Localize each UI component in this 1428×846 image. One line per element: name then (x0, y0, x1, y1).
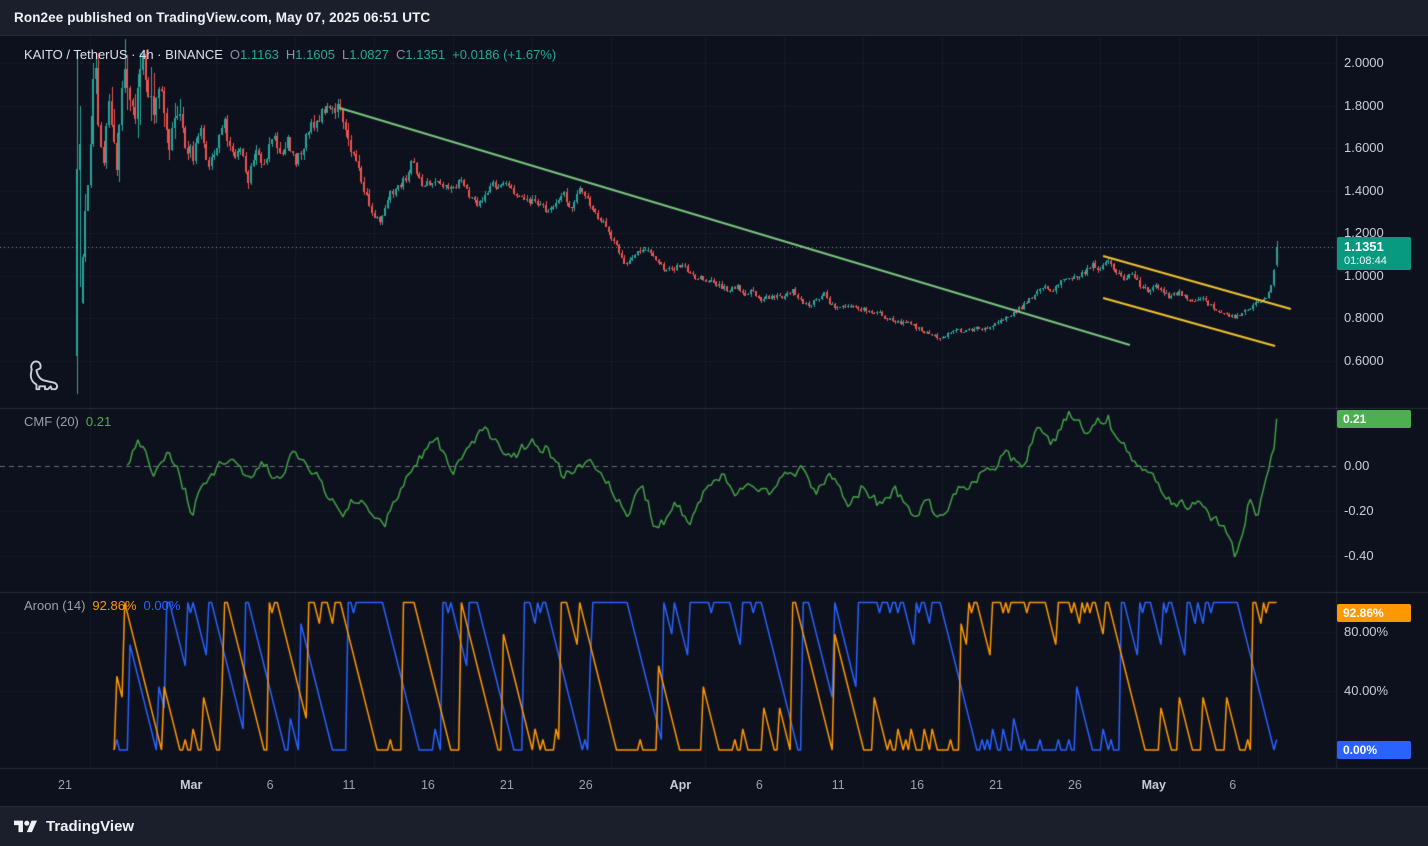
cmf-legend[interactable]: CMF (20) 0.21 (24, 414, 111, 429)
price-badge-countdown: 01:08:44 (1344, 254, 1404, 268)
close-value: 1.1351 (405, 47, 445, 62)
tradingview-logo-icon[interactable] (14, 818, 37, 836)
high-value: 1.1605 (295, 47, 335, 62)
open-label: O (230, 47, 240, 62)
dino-watermark-icon (26, 356, 64, 397)
aroon-legend[interactable]: Aroon (14) 92.86% 0.00% (24, 598, 180, 613)
price-badge: 1.1351 01:08:44 (1337, 237, 1411, 270)
chart-canvas[interactable] (0, 0, 1428, 846)
publish-text: Ron2ee published on TradingView.com, May… (14, 10, 430, 25)
aroon-title[interactable]: Aroon (14) (24, 598, 85, 613)
aroon-down-value: 0.00% (144, 598, 181, 613)
change-value: +0.0186 (+1.67%) (452, 47, 556, 62)
footer-bar: TradingView (0, 806, 1428, 846)
publish-bar: Ron2ee published on TradingView.com, May… (0, 0, 1428, 36)
close-label: C (396, 47, 405, 62)
cmf-value-badge: 0.21 (1337, 410, 1411, 428)
aroon-up-badge: 92.86% (1337, 604, 1411, 622)
tradingview-snapshot: Ron2ee published on TradingView.com, May… (0, 0, 1428, 846)
high-label: H (286, 47, 295, 62)
tradingview-brand[interactable]: TradingView (46, 818, 134, 835)
low-value: 1.0827 (349, 47, 389, 62)
cmf-value: 0.21 (86, 414, 111, 429)
symbol-legend[interactable]: KAITO / TetherUS · 4h · BINANCE O1.1163 … (24, 47, 556, 62)
aroon-up-value: 92.86% (92, 598, 136, 613)
price-badge-value: 1.1351 (1344, 239, 1404, 254)
open-value: 1.1163 (240, 47, 279, 62)
cmf-title[interactable]: CMF (20) (24, 414, 79, 429)
aroon-down-badge: 0.00% (1337, 741, 1411, 759)
symbol-title[interactable]: KAITO / TetherUS · 4h · BINANCE (24, 47, 223, 62)
